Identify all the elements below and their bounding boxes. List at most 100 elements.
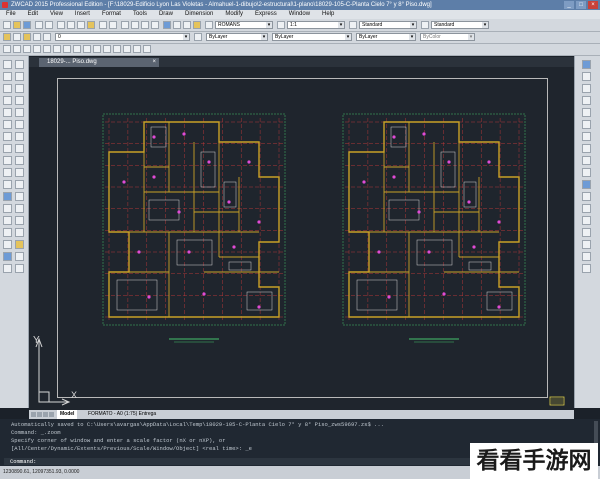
view-back-icon[interactable] bbox=[582, 120, 591, 129]
zoom-window-icon[interactable] bbox=[141, 21, 149, 29]
prev-tab-icon[interactable] bbox=[37, 412, 42, 417]
erase-icon[interactable] bbox=[15, 60, 24, 69]
copy-icon[interactable] bbox=[67, 21, 75, 29]
ucs-origin-icon[interactable] bbox=[582, 252, 591, 261]
menu-express[interactable]: Express bbox=[249, 10, 283, 19]
text-style-icon[interactable] bbox=[205, 21, 213, 29]
snap-tangent-icon[interactable] bbox=[73, 45, 81, 53]
make-current-icon[interactable] bbox=[194, 33, 202, 41]
scale-icon[interactable] bbox=[15, 144, 24, 153]
first-tab-icon[interactable] bbox=[31, 412, 36, 417]
close-button[interactable]: × bbox=[588, 1, 598, 9]
table-style-icon[interactable] bbox=[421, 21, 429, 29]
region-icon[interactable] bbox=[3, 240, 12, 249]
minimize-button[interactable]: _ bbox=[564, 1, 574, 9]
dim-scale-select[interactable]: 1:1 ▾ bbox=[287, 21, 345, 29]
polygon-icon[interactable] bbox=[3, 96, 12, 105]
ucs-view-icon[interactable] bbox=[582, 240, 591, 249]
break-icon[interactable] bbox=[15, 192, 24, 201]
snap-nearest-icon[interactable] bbox=[123, 45, 131, 53]
table-icon[interactable] bbox=[3, 252, 12, 261]
menu-modify[interactable]: Modify bbox=[219, 10, 249, 19]
rectangle-icon[interactable] bbox=[3, 108, 12, 117]
menu-format[interactable]: Format bbox=[96, 10, 127, 19]
layer-manager-icon[interactable] bbox=[3, 33, 11, 41]
hatch-icon[interactable] bbox=[3, 228, 12, 237]
snap-midpoint-icon[interactable] bbox=[13, 45, 21, 53]
extend-icon[interactable] bbox=[15, 180, 24, 189]
view-sw-iso-icon[interactable] bbox=[582, 132, 591, 141]
menu-view[interactable]: View bbox=[44, 10, 69, 19]
snap-endpoint-icon[interactable] bbox=[3, 45, 11, 53]
line-icon[interactable] bbox=[3, 60, 12, 69]
tab-layout-formato[interactable]: FORMATO - A0 (1:75) Entrega bbox=[85, 410, 159, 419]
snap-apparent-icon[interactable] bbox=[33, 45, 41, 53]
menu-draw[interactable]: Draw bbox=[153, 10, 179, 19]
point-icon[interactable] bbox=[3, 216, 12, 225]
snap-settings-icon[interactable] bbox=[143, 45, 151, 53]
snap-center-icon[interactable] bbox=[53, 45, 61, 53]
spline-icon[interactable] bbox=[3, 156, 12, 165]
menu-window[interactable]: Window bbox=[283, 10, 316, 19]
view-right-icon[interactable] bbox=[582, 96, 591, 105]
layer-select[interactable]: 0 ▾ bbox=[55, 33, 190, 41]
view-se-iso-icon[interactable] bbox=[582, 144, 591, 153]
linetype-select[interactable]: ByLayer ▾ bbox=[272, 33, 352, 41]
view-left-icon[interactable] bbox=[582, 84, 591, 93]
ellipse-arc-icon[interactable] bbox=[3, 180, 12, 189]
snap-node-icon[interactable] bbox=[113, 45, 121, 53]
move-icon[interactable] bbox=[15, 120, 24, 129]
snap-perpendicular-icon[interactable] bbox=[83, 45, 91, 53]
arc-icon[interactable] bbox=[3, 120, 12, 129]
close-tab-icon[interactable]: × bbox=[152, 58, 156, 67]
view-top-icon[interactable] bbox=[582, 60, 591, 69]
snap-quadrant-icon[interactable] bbox=[63, 45, 71, 53]
dim-style-select[interactable]: Standard ▾ bbox=[359, 21, 417, 29]
multiline-text-icon[interactable] bbox=[3, 264, 12, 273]
pan-icon[interactable] bbox=[121, 21, 129, 29]
snap-parallel-icon[interactable] bbox=[93, 45, 101, 53]
text-style-select[interactable]: ROMANS ▾ bbox=[215, 21, 273, 29]
ucs-object-icon[interactable] bbox=[582, 228, 591, 237]
menu-edit[interactable]: Edit bbox=[22, 10, 44, 19]
ucs-icon[interactable] bbox=[582, 180, 591, 189]
zoom-realtime-icon[interactable] bbox=[131, 21, 139, 29]
view-bottom-icon[interactable] bbox=[582, 72, 591, 81]
menu-tools[interactable]: Tools bbox=[127, 10, 153, 19]
rotate-icon[interactable] bbox=[15, 132, 24, 141]
dim-style-icon[interactable] bbox=[349, 21, 357, 29]
new-file-icon[interactable] bbox=[3, 21, 11, 29]
maximize-button[interactable]: □ bbox=[576, 1, 586, 9]
color-select[interactable]: ByLayer ▾ bbox=[206, 33, 268, 41]
menu-insert[interactable]: Insert bbox=[69, 10, 96, 19]
view-nw-iso-icon[interactable] bbox=[582, 168, 591, 177]
ucs-world-icon[interactable] bbox=[582, 192, 591, 201]
help-icon[interactable] bbox=[193, 21, 201, 29]
array-icon[interactable] bbox=[15, 108, 24, 117]
polyline-icon[interactable] bbox=[3, 84, 12, 93]
undo-icon[interactable] bbox=[99, 21, 107, 29]
fillet-icon[interactable] bbox=[15, 228, 24, 237]
properties-icon[interactable] bbox=[163, 21, 171, 29]
lengthen-icon[interactable] bbox=[15, 252, 24, 261]
menu-dimension[interactable]: Dimension bbox=[179, 10, 219, 19]
make-block-icon[interactable] bbox=[3, 204, 12, 213]
copy-object-icon[interactable] bbox=[15, 72, 24, 81]
last-tab-icon[interactable] bbox=[49, 412, 54, 417]
print-icon[interactable] bbox=[35, 21, 43, 29]
lineweight-select[interactable]: ByLayer ▾ bbox=[356, 33, 416, 41]
revision-cloud-icon[interactable] bbox=[3, 144, 12, 153]
offset-icon[interactable] bbox=[15, 96, 24, 105]
chamfer-icon[interactable] bbox=[15, 216, 24, 225]
cut-icon[interactable] bbox=[57, 21, 65, 29]
ucs-previous-icon[interactable] bbox=[582, 204, 591, 213]
insert-block-icon[interactable] bbox=[3, 192, 12, 201]
design-center-icon[interactable] bbox=[173, 21, 181, 29]
save-icon[interactable] bbox=[23, 21, 31, 29]
next-tab-icon[interactable] bbox=[43, 412, 48, 417]
snap-intersection-icon[interactable] bbox=[23, 45, 31, 53]
paste-icon[interactable] bbox=[77, 21, 85, 29]
zoom-previous-icon[interactable] bbox=[151, 21, 159, 29]
snap-extension-icon[interactable] bbox=[43, 45, 51, 53]
layer-state-icon[interactable] bbox=[13, 33, 21, 41]
